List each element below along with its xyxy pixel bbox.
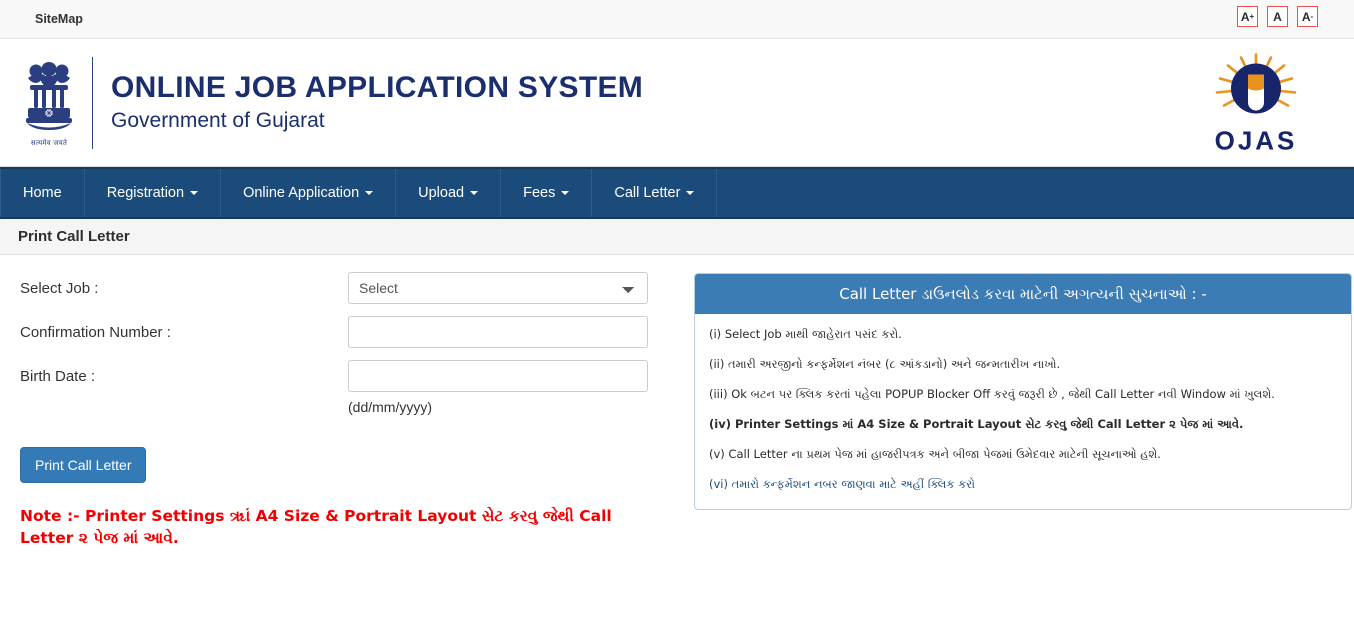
ojas-wordmark: OJAS bbox=[1214, 125, 1298, 155]
form-row-confirmation-number: Confirmation Number : bbox=[20, 316, 694, 348]
printer-settings-note: Note :- Printer Settings ૠાં A4 Size & P… bbox=[20, 507, 612, 548]
instructions-panel-heading: Call Letter ડાઉનલોડ કરવા માટેની અગત્યની … bbox=[695, 274, 1351, 314]
confirmation-number-label: Confirmation Number : bbox=[20, 323, 171, 341]
instructions-panel: Call Letter ડાઉનલોડ કરવા માટેની અગત્યની … bbox=[694, 273, 1352, 510]
nav-item-call-letter[interactable]: Call Letter bbox=[592, 169, 718, 217]
emblem-motto: सत्यमेव जयते bbox=[30, 138, 68, 147]
call-letter-form: Select Job : Select Confirmation Number … bbox=[0, 272, 694, 615]
instruction-item-4: (iv) Printer Settings માં A4 Size & Port… bbox=[709, 417, 1244, 432]
nav-label-fees: Fees bbox=[523, 185, 556, 201]
chevron-down-icon bbox=[561, 191, 570, 195]
nav-label-call-letter: Call Letter bbox=[614, 185, 681, 201]
birth-date-label: Birth Date : bbox=[20, 367, 96, 385]
chevron-down-icon bbox=[686, 191, 695, 195]
ojas-logo: OJAS bbox=[1198, 52, 1314, 153]
site-branding: ONLINE JOB APPLICATION SYSTEM Government… bbox=[111, 71, 644, 133]
font-increase-button[interactable]: A + bbox=[1237, 6, 1258, 27]
nav-label-online-application: Online Application bbox=[243, 185, 360, 201]
emblem-block: सत्यमेव जयते bbox=[16, 58, 82, 148]
select-job-label: Select Job : bbox=[20, 279, 99, 297]
site-subtitle: Government of Gujarat bbox=[111, 108, 325, 132]
select-job-dropdown[interactable]: Select bbox=[348, 272, 648, 304]
page-title-bar: Print Call Letter bbox=[0, 219, 1354, 255]
nav-label-registration: Registration bbox=[106, 185, 185, 201]
font-decrease-button[interactable]: A- bbox=[1297, 6, 1318, 27]
instruction-item-3: (iii) Ok બટન પર ક્લિક કરતાં પહેલા POPUP … bbox=[709, 387, 1275, 402]
font-decrease-label: A bbox=[1301, 9, 1311, 24]
instruction-item-6-confirmation-number-link[interactable]: (vi) તમારો કન્ફર્મેશન નબર જાણવા માટે અહી… bbox=[709, 476, 1337, 492]
top-utility-bar: SiteMap A + A A- bbox=[0, 0, 1354, 39]
site-title: ONLINE JOB APPLICATION SYSTEM bbox=[111, 71, 644, 105]
form-row-birth-date: Birth Date : bbox=[20, 360, 694, 392]
page-title: Print Call Letter bbox=[18, 228, 130, 245]
form-row-select-job: Select Job : Select bbox=[20, 272, 694, 304]
font-size-controls: A + A A- bbox=[1237, 6, 1318, 27]
instructions-column: Call Letter ડાઉનલોડ કરવા માટેની અગત્યની … bbox=[694, 273, 1354, 615]
sitemap-link[interactable]: SiteMap bbox=[35, 12, 83, 26]
font-normal-label: A bbox=[1273, 9, 1282, 24]
nav-item-upload[interactable]: Upload bbox=[396, 169, 502, 217]
birth-date-input[interactable] bbox=[348, 360, 648, 392]
content-area: Select Job : Select Confirmation Number … bbox=[0, 255, 1354, 615]
instruction-item-5: (v) Call Letter ના પ્રથમ પેજ માં હાજરીપત… bbox=[709, 447, 1161, 462]
confirmation-number-input[interactable] bbox=[348, 316, 648, 348]
nav-item-online-application[interactable]: Online Application bbox=[221, 169, 397, 217]
instruction-item-2: (ii) તમારી અરજીનો કન્ફર્મેશન નંબર (૮ આંક… bbox=[709, 357, 1061, 372]
india-state-emblem-icon bbox=[21, 58, 77, 138]
masthead: सत्यमेव जयते ONLINE JOB APPLICATION SYST… bbox=[0, 39, 1354, 167]
birth-date-format-hint: (dd/mm/yyyy) bbox=[348, 399, 432, 415]
font-normal-button[interactable]: A bbox=[1267, 6, 1288, 27]
instruction-item-1: (i) Select Job માથી જાહેરાત પસંદ કરો. bbox=[709, 327, 902, 341]
nav-item-registration[interactable]: Registration bbox=[85, 169, 222, 217]
masthead-divider bbox=[92, 56, 93, 149]
nav-label-home: Home bbox=[23, 185, 62, 201]
nav-item-home[interactable]: Home bbox=[0, 169, 85, 217]
chevron-down-icon bbox=[365, 191, 374, 195]
nav-item-fees[interactable]: Fees bbox=[501, 169, 593, 217]
print-call-letter-button[interactable]: Print Call Letter bbox=[20, 447, 147, 483]
chevron-down-icon bbox=[190, 191, 199, 195]
font-increase-label: A bbox=[1240, 9, 1250, 24]
instructions-panel-body: (i) Select Job માથી જાહેરાત પસંદ કરો. (i… bbox=[695, 314, 1351, 509]
chevron-down-icon bbox=[470, 191, 479, 195]
nav-label-upload: Upload bbox=[418, 185, 465, 201]
main-navigation: Home Registration Online Application Upl… bbox=[0, 167, 1354, 219]
